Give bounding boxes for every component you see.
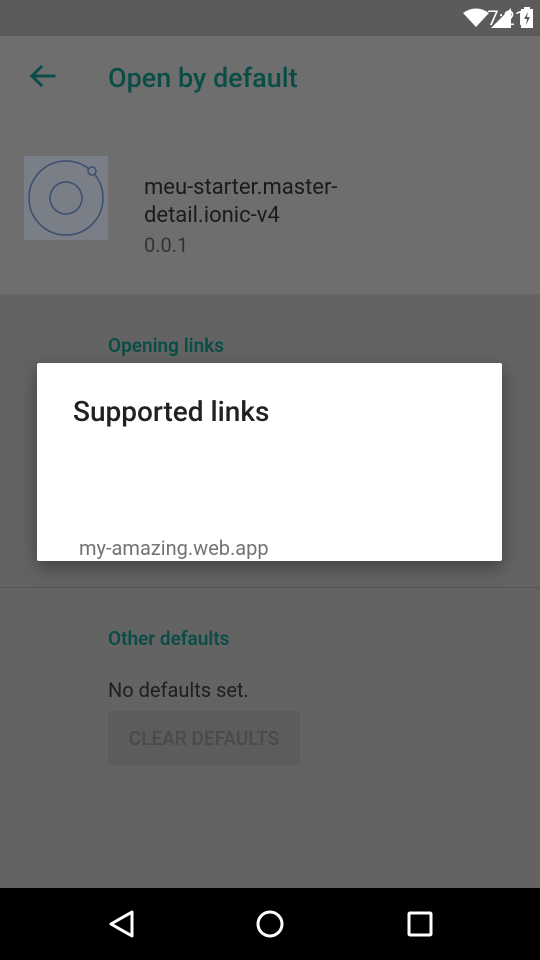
square-recents-icon[interactable]: [404, 908, 436, 940]
clear-defaults-button[interactable]: CLEAR DEFAULTS: [108, 711, 300, 765]
navigation-bar: [0, 888, 540, 960]
no-defaults-text: No defaults set.: [108, 678, 249, 702]
section-title-opening-links: Opening links: [108, 334, 224, 357]
section-title-other-defaults: Other defaults: [108, 627, 230, 650]
triangle-back-icon[interactable]: [106, 908, 138, 940]
supported-link-item[interactable]: my-amazing.web.app: [79, 536, 269, 560]
app-header: meu-starter.master-detail.ionic-v4 0.0.1: [0, 120, 540, 294]
app-version: 0.0.1: [144, 233, 189, 257]
app-bar: Open by default: [0, 36, 540, 120]
divider: [0, 587, 540, 588]
status-time: 7:21: [487, 6, 526, 30]
ionic-app-icon: [24, 156, 108, 240]
dialog-title: Supported links: [73, 395, 270, 428]
status-bar: 7:21: [0, 0, 540, 36]
circle-home-icon[interactable]: [254, 908, 286, 940]
app-name: meu-starter.master-detail.ionic-v4: [144, 175, 338, 228]
wifi-icon: [463, 8, 489, 27]
arrow-left-icon[interactable]: [26, 60, 58, 92]
page-title: Open by default: [108, 62, 298, 94]
supported-links-dialog: Supported links my-amazing.web.app: [37, 363, 502, 561]
